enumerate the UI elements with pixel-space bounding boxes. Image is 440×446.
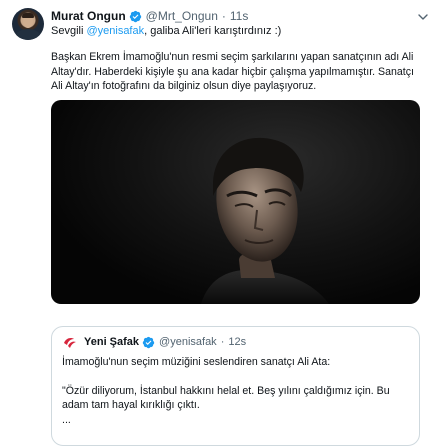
quoted-tweet-time[interactable]: 12s xyxy=(228,335,246,349)
quoted-line: İmamoğlu'nun seçim müziğini seslendiren … xyxy=(62,356,331,368)
quoted-tweet-body: İmamoğlu'nun seçim müziğini seslendiren … xyxy=(62,355,412,427)
tweet-card[interactable]: Murat Ongun @Mrt_Ongun · 11s Sevgili @ye… xyxy=(0,0,440,446)
mention-link[interactable]: @yenisafak xyxy=(86,25,144,37)
quoted-header-separator: · xyxy=(220,336,225,348)
tweet-time[interactable]: 11s xyxy=(230,9,248,23)
author-avatar[interactable] xyxy=(12,8,44,40)
quoted-ellipsis: ... xyxy=(62,413,71,426)
body-line: Başkan Ekrem İmamoğlu'nun resmi seçim şa… xyxy=(51,51,414,63)
quoted-author-handle[interactable]: @yenisafak xyxy=(159,335,217,349)
quoted-line: "Özür diliyorum, İstanbul hakkını helal … xyxy=(62,384,390,397)
photo-illustration xyxy=(201,137,329,304)
tweet-photo[interactable] xyxy=(51,100,420,304)
reply-suffix: , galiba Ali'leri karıştırdınız :) xyxy=(144,25,282,37)
author-name[interactable]: Murat Ongun xyxy=(51,9,126,23)
quoted-author-name[interactable]: Yeni Şafak xyxy=(84,335,139,349)
chevron-down-icon[interactable] xyxy=(416,10,430,24)
avatar-hair xyxy=(22,13,34,18)
quoted-tweet[interactable]: Yeni Şafak @yenisafak · 12s İmamoğlu'nun… xyxy=(51,326,420,446)
body-line: Ali Altay'ın fotoğrafını da bilginiz ols… xyxy=(51,80,317,92)
tweet-first-line: Sevgili @yenisafak, galiba Ali'leri karı… xyxy=(51,24,281,38)
author-handle[interactable]: @Mrt_Ongun xyxy=(146,9,218,23)
yeni-safak-logo-icon xyxy=(62,334,78,350)
header-separator: · xyxy=(221,9,226,23)
tweet-header: Murat Ongun @Mrt_Ongun · 11s xyxy=(51,9,248,23)
avatar-shoulders xyxy=(15,29,41,40)
reply-prefix: Sevgili xyxy=(51,25,87,37)
verified-badge-icon xyxy=(142,336,155,349)
quoted-tweet-header: Yeni Şafak @yenisafak · 12s xyxy=(62,334,246,350)
verified-badge-icon xyxy=(129,10,142,23)
tweet-body: Başkan Ekrem İmamoğlu'nun resmi seçim şa… xyxy=(51,50,426,94)
quoted-paragraph-gap xyxy=(62,370,412,384)
body-line: Altay'dır. Haberdeki kişiyle şu ana kada… xyxy=(51,65,414,78)
quoted-line: adam tam hayal kırıklığı çıktı. xyxy=(62,399,200,411)
